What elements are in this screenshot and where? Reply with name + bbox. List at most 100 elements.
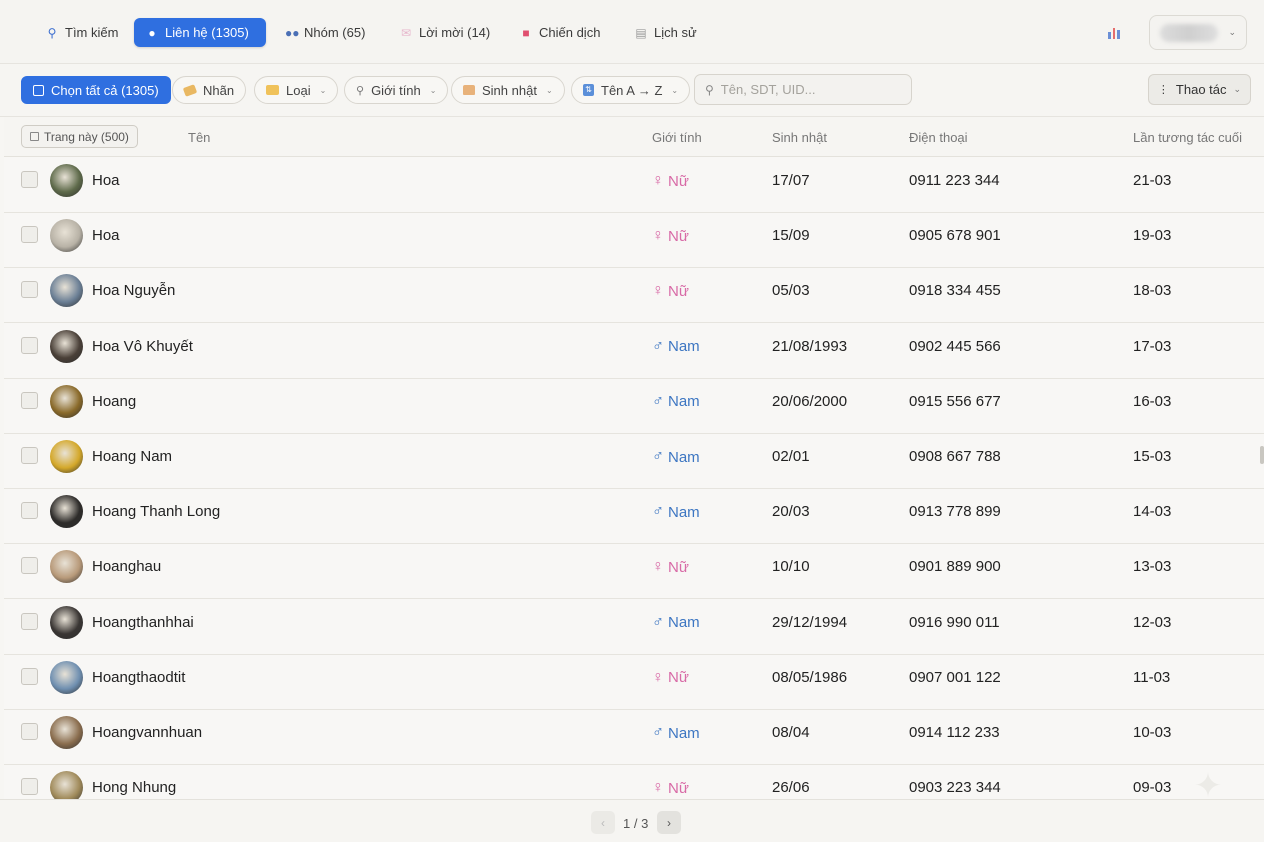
tab-contacts[interactable]: ● Liên hệ (1305) [134,18,266,47]
select-page-button[interactable]: Trang này (500) [21,125,138,148]
table-row[interactable]: Hoa Nguyễn ♀ Nữ 05/03 0918 334 455 18-03 [4,268,1264,324]
birthday-cell: 21/08/1993 [772,337,848,355]
contact-name[interactable]: Hoa [92,227,120,244]
header-last-interaction[interactable]: Lần tương tác cuối [1133,130,1242,145]
top-nav: ⚲ Tìm kiếm ● Liên hệ (1305) ●● Nhóm (65)… [0,0,1264,64]
tab-label: Tìm kiếm [65,25,119,40]
chevron-down-icon: ⌄ [319,85,327,95]
header-birthday[interactable]: Sinh nhật [772,130,827,145]
table-row[interactable]: Hoang Thanh Long ♂ Nam 20/03 0913 778 899 14-… [4,489,1264,545]
contact-name[interactable]: Hoa Vô Khuyết [92,338,193,355]
header-name[interactable]: Tên [188,130,210,145]
male-symbol-icon: ♂ [652,392,664,410]
next-page-button[interactable]: › [657,811,681,834]
gender-label: Nam [668,614,700,632]
select-all-label: Chọn tất cả (1305) [51,82,159,98]
select-page-label: Trang này (500) [44,129,129,144]
row-checkbox[interactable] [21,171,38,188]
row-checkbox[interactable] [21,502,38,520]
tab-search[interactable]: ⚲ Tìm kiếm [34,18,130,47]
contact-name[interactable]: Hong Nhung [92,779,176,796]
gender-label: Nữ [668,558,689,576]
avatar [50,660,83,694]
avatar [50,771,83,799]
birthday-cell: 15/09 [772,227,810,245]
phone-cell: 0901 889 900 [909,558,1001,576]
row-checkbox[interactable] [21,723,38,740]
scrollbar-handle[interactable] [1260,446,1264,464]
avatar [50,274,83,308]
phone-cell: 0916 990 011 [909,613,1000,631]
sort-button[interactable]: ⇅ Tên A → Z ⌄ [571,76,691,104]
row-checkbox[interactable] [21,778,38,796]
bar-chart-icon[interactable] [1106,25,1122,41]
birthday-cell: 10/10 [772,558,810,576]
table-row[interactable]: Hoa Vô Khuyết ♂ Nam 21/08/1993 0902 445 566 1… [4,324,1264,379]
gender-filter-button[interactable]: ⚲ Giới tính ⌄ [344,76,449,104]
table-row[interactable]: Hoangvannhuan ♂ Nam 08/04 0914 112 233 10-03 [4,710,1264,765]
row-checkbox[interactable] [21,447,38,464]
gender-label: Nữ [668,172,689,190]
table-row[interactable]: Hoangthaodtit ♀ Nữ 08/05/1986 0907 001 122 11… [4,655,1264,710]
contact-name[interactable]: Hoangvannhuan [92,724,202,741]
table-row[interactable]: Hoang ♂ Nam 20/06/2000 0915 556 677 16-03 [4,379,1264,434]
row-checkbox[interactable] [21,557,38,575]
row-checkbox[interactable] [21,226,38,244]
row-checkbox[interactable] [21,391,38,409]
tab-campaigns[interactable]: ■ Chiến dịch [508,18,612,47]
contact-name[interactable]: Hoa [92,172,120,189]
table-row[interactable]: Hoangthanhhai ♂ Nam 29/12/1994 0916 990 011 1… [4,600,1264,655]
search-input[interactable] [720,82,891,97]
last-interaction-cell: 18-03 [1133,282,1172,300]
gender-label: Nam [668,503,700,521]
phone-cell: 0908 667 788 [909,448,1001,465]
table-row[interactable]: Hoa ♀ Nữ 15/09 0905 678 901 19-03 [4,213,1264,269]
contact-name[interactable]: Hoanghau [92,558,161,575]
tab-history[interactable]: ▤ Lịch sử [623,18,709,47]
tab-groups[interactable]: ●● Nhóm (65) [273,18,377,47]
female-symbol-icon: ♀ [652,558,664,576]
tab-label: Lịch sử [654,25,697,40]
contact-name[interactable]: Hoangthanhhai [92,614,194,631]
row-checkbox[interactable] [21,281,38,299]
gender-cell: ♀ Nữ [652,558,689,576]
gender-label: Nữ [668,669,689,687]
row-checkbox[interactable] [21,612,38,630]
label-filter-button[interactable]: Nhãn [172,76,247,104]
female-symbol-icon: ♀ [652,172,664,189]
row-checkbox[interactable] [21,667,38,685]
female-symbol-icon: ♀ [652,668,664,686]
last-interaction-cell: 11-03 [1133,668,1171,686]
male-symbol-icon: ♂ [652,448,664,465]
gender-cell: ♂ Nam [652,724,700,742]
contact-name[interactable]: Hoa Nguyễn [92,282,175,299]
header-gender[interactable]: Giới tính [652,130,702,145]
type-filter-button[interactable]: Loại ⌄ [254,76,339,104]
prev-page-button[interactable]: ‹ [591,811,615,834]
header-phone[interactable]: Điện thoại [909,130,968,145]
table-row[interactable]: Hoang Nam ♂ Nam 02/01 0908 667 788 15-03 [4,434,1264,489]
contact-name[interactable]: Hoang Nam [92,448,172,465]
page-info: 1 / 3 [623,816,649,831]
contact-name[interactable]: Hoangthaodtit [92,669,185,686]
birthday-filter-button[interactable]: Sinh nhật ⌄ [451,76,565,104]
select-all-button[interactable]: Chọn tất cả (1305) [21,76,171,104]
cake-icon [463,85,475,95]
checkbox-icon [33,84,44,96]
last-interaction-cell: 21-03 [1133,172,1172,189]
table-row[interactable]: Hoanghau ♀ Nữ 10/10 0901 889 900 13-03 [4,544,1264,600]
contact-name[interactable]: Hoang Thanh Long [92,503,220,520]
table-row[interactable]: Hoa ♀ Nữ 17/07 0911 223 344 21-03 [4,158,1264,213]
table-row[interactable]: Hong Nhung ♀ Nữ 26/06 0903 223 344 09-03 [4,765,1264,799]
birthday-cell: 08/04 [772,724,810,741]
tab-label: Liên hệ (1305) [165,25,249,40]
male-symbol-icon: ♂ [652,724,664,741]
contact-name[interactable]: Hoang [92,393,136,410]
gender-cell: ♂ Nam [652,448,700,466]
gender-label: Nữ [668,779,689,797]
tab-invitations[interactable]: ✉ Lời mời (14) [388,18,502,47]
actions-button[interactable]: ⋮ Thao tác ⌄ [1148,74,1251,105]
account-menu[interactable]: ⌄ [1149,15,1247,50]
row-checkbox[interactable] [21,336,38,354]
phone-cell: 0913 778 899 [909,503,1001,521]
